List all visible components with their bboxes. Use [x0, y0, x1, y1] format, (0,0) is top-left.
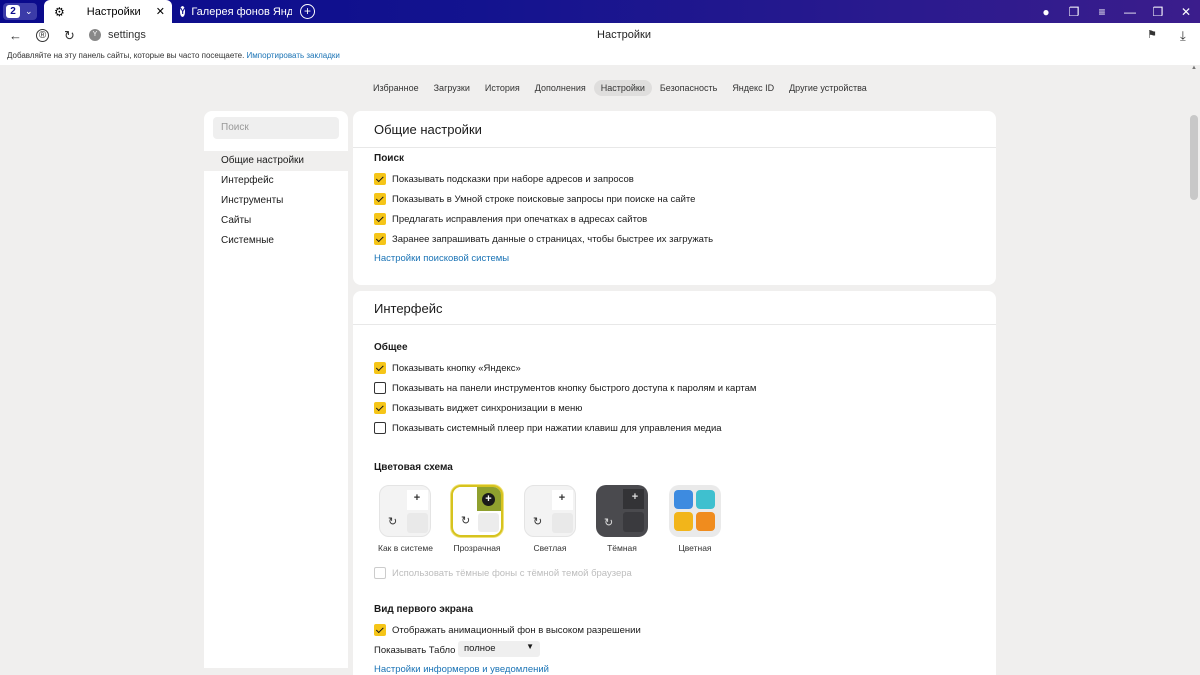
theme-transparent[interactable]: + ↻ Прозрачная [450, 485, 504, 553]
chevron-down-icon: ⌄ [25, 6, 33, 16]
plus-icon: + [413, 492, 421, 504]
page-title: Настройки [597, 29, 651, 41]
refresh-icon: ↻ [388, 516, 398, 528]
checkbox[interactable] [374, 173, 386, 185]
tab-count: 2 [6, 5, 20, 18]
sidebar-item-tools[interactable]: Инструменты [204, 191, 348, 211]
menu-icon[interactable]: ≡ [1088, 5, 1116, 19]
chevron-down-icon: ▼ [526, 642, 534, 651]
tab-gallery[interactable]: Y Галерея фонов Яндекс Бр [172, 0, 292, 23]
section-title: Общие настройки [374, 122, 482, 137]
plus-icon: + [631, 491, 639, 503]
microphone-icon[interactable]: ● [1032, 5, 1060, 19]
section-title: Интерфейс [374, 301, 443, 316]
checkbox-row[interactable]: Показывать подсказки при наборе адресов … [374, 172, 634, 186]
informers-settings-link[interactable]: Настройки информеров и уведомлений [374, 664, 549, 675]
nav-yandex-id[interactable]: Яндекс ID [725, 80, 781, 96]
checkbox-row[interactable]: Показывать системный плеер при нажатии к… [374, 421, 722, 435]
checkbox[interactable] [374, 422, 386, 434]
checkbox-row[interactable]: Заранее запрашивать данные о страницах, … [374, 232, 713, 246]
checkbox-row[interactable]: Предлагать исправления при опечатках в а… [374, 212, 647, 226]
checkbox [374, 567, 386, 579]
nav-history[interactable]: История [478, 80, 527, 96]
theme-system[interactable]: + ↻ Как в системе [378, 485, 433, 553]
scrollbar-thumb[interactable] [1190, 115, 1198, 200]
checkbox-row[interactable]: Показывать виджет синхронизации в меню [374, 401, 582, 415]
interface-settings-panel: Интерфейс Общее Показывать кнопку «Яндек… [353, 291, 996, 675]
refresh-icon: ↻ [604, 517, 614, 529]
dark-backgrounds-option: Использовать тёмные фоны с тёмной темой … [374, 566, 632, 580]
checkbox[interactable] [374, 402, 386, 414]
gear-icon: ⚙ [54, 4, 65, 19]
search-engine-settings-link[interactable]: Настройки поисковой системы [374, 253, 509, 264]
scroll-up-icon[interactable]: ▲ [1191, 65, 1197, 71]
theme-preview: + ↻ [596, 485, 648, 537]
tab-count-button[interactable]: 2 ⌄ [3, 3, 37, 20]
tablo-select[interactable]: полное ▼ [458, 641, 540, 657]
theme-preview: + ↻ [524, 485, 576, 537]
checkbox-row[interactable]: Показывать на панели инструментов кнопку… [374, 381, 756, 395]
theme-light[interactable]: + ↻ Светлая [523, 485, 577, 553]
close-window-icon[interactable]: ✕ [1172, 5, 1200, 19]
yandex-icon: Y [180, 6, 186, 17]
tab-title: Настройки [86, 5, 141, 18]
collections-icon[interactable]: ❐ [1060, 5, 1088, 19]
checkbox[interactable] [374, 233, 386, 245]
tab-settings[interactable]: ⚙ Настройки ✕ [44, 0, 172, 23]
plus-icon: + [558, 492, 566, 504]
general-section-heading: Общее [374, 342, 408, 353]
first-screen-heading: Вид первого экрана [374, 604, 474, 615]
theme-dark[interactable]: + ↻ Тёмная [595, 485, 649, 553]
nav-settings[interactable]: Настройки [593, 80, 652, 96]
restore-icon[interactable]: ❒ [1144, 5, 1172, 19]
sidebar-item-sites[interactable]: Сайты [204, 211, 348, 231]
general-settings-panel: Общие настройки Поиск Показывать подсказ… [353, 111, 996, 285]
nav-other-devices[interactable]: Другие устройства [782, 80, 874, 96]
theme-preview [669, 485, 721, 537]
checkbox[interactable] [374, 382, 386, 394]
nav-extensions[interactable]: Дополнения [528, 80, 593, 96]
title-bar: 2 ⌄ ⚙ Настройки ✕ Y Галерея фонов Яндекс… [0, 0, 1200, 23]
new-tab-button[interactable]: + [300, 4, 315, 19]
checkbox[interactable] [374, 624, 386, 636]
checkbox-row[interactable]: Показывать кнопку «Яндекс» [374, 361, 521, 375]
checkbox[interactable] [374, 362, 386, 374]
plus-icon: + [482, 493, 495, 506]
nav-security[interactable]: Безопасность [653, 80, 724, 96]
nav-downloads[interactable]: Загрузки [427, 80, 477, 96]
sidebar: Поиск Общие настройки Интерфейс Инструме… [204, 111, 348, 668]
sidebar-item-interface[interactable]: Интерфейс [204, 171, 348, 191]
tablo-label: Показывать Табло [374, 644, 456, 656]
bookmark-icon[interactable]: ⚑ [1147, 28, 1157, 41]
color-scheme-heading: Цветовая схема [374, 462, 453, 473]
download-icon[interactable]: ⤓ [1180, 28, 1186, 44]
sidebar-item-general[interactable]: Общие настройки [204, 151, 348, 171]
close-icon[interactable]: ✕ [156, 5, 165, 18]
checkbox[interactable] [374, 213, 386, 225]
theme-colored[interactable]: Цветная [668, 485, 722, 553]
theme-preview: + ↻ [451, 485, 503, 537]
settings-top-nav: Избранное Загрузки История Дополнения На… [366, 80, 875, 96]
search-input[interactable]: Поиск [213, 117, 339, 139]
nav-favorites[interactable]: Избранное [366, 80, 426, 96]
address-bar: ← ® ↻ Y settings Настройки ⚑ ⤓ [0, 23, 1200, 48]
scrollbar[interactable]: ▲ [1190, 65, 1198, 675]
bookmarks-hint: Добавляйте на эту панель сайты, которые … [7, 51, 245, 60]
minimize-icon[interactable]: — [1116, 5, 1144, 19]
sidebar-item-system[interactable]: Системные [204, 231, 348, 251]
refresh-icon: ↻ [533, 516, 543, 528]
import-bookmarks-link[interactable]: Импортировать закладки [247, 51, 340, 60]
bookmarks-bar: Добавляйте на эту панель сайты, которые … [0, 48, 1200, 65]
checkbox-row[interactable]: Отображать анимационный фон в высоком ра… [374, 623, 641, 637]
theme-preview: + ↻ [379, 485, 431, 537]
checkbox-row[interactable]: Показывать в Умной строке поисковые запр… [374, 192, 695, 206]
tab-title: Галерея фонов Яндекс Бр [191, 5, 292, 18]
search-section-heading: Поиск [374, 153, 405, 164]
checkbox[interactable] [374, 193, 386, 205]
refresh-icon: ↻ [461, 515, 471, 527]
